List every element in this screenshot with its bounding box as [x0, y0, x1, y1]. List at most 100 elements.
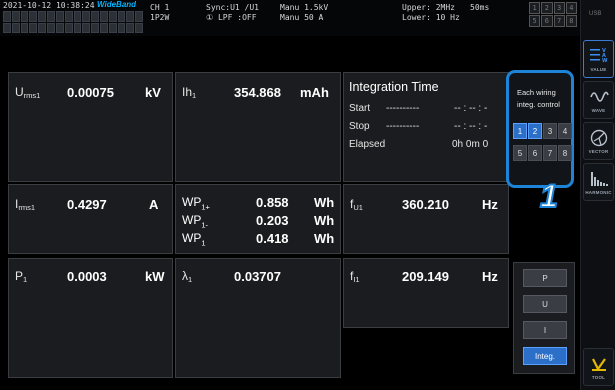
wp-panel[interactable]: WP1+ 0.858 Wh WP1- 0.203 Wh WP1 0.418 Wh: [175, 184, 341, 254]
wiring-button-3[interactable]: 3: [543, 123, 557, 139]
callout-number: 1: [539, 177, 559, 215]
urms-unit: kV: [145, 85, 161, 100]
channel-indicator-cell: [38, 11, 47, 22]
lpf-status: ① LPF :OFF: [206, 13, 257, 22]
lambda-panel[interactable]: λ1 0.03707: [175, 258, 341, 378]
channel-indicator-cell: [135, 11, 143, 22]
selector-u-button[interactable]: U: [523, 295, 567, 313]
harmonic-icon: [590, 171, 608, 186]
irms-panel[interactable]: Irms1 0.4297 A: [8, 184, 173, 254]
start-dashes: ----------: [386, 103, 420, 114]
channel-number-2: 2: [541, 2, 553, 14]
wp-minus-unit: Wh: [314, 213, 335, 228]
vector-button[interactable]: VECTOR: [583, 122, 614, 160]
channel-indicator-cell: [99, 11, 108, 22]
wiring-button-4[interactable]: 4: [558, 123, 572, 139]
elapsed-label: Elapsed: [349, 139, 386, 150]
channel-indicator-cell: [47, 11, 55, 22]
wave-button[interactable]: WAVE: [583, 81, 614, 119]
fu-unit: Hz: [482, 197, 498, 212]
p-unit: kW: [145, 269, 165, 284]
channel-number-4: 4: [565, 2, 577, 14]
integration-title: Integration Time: [349, 80, 439, 94]
wiring-button-6[interactable]: 6: [528, 145, 542, 161]
channel-indicator-cell: [11, 22, 20, 33]
channel-number-grid: 1234 5678: [529, 2, 577, 27]
display-selector: P U I Integ.: [513, 262, 575, 374]
wiring-label: 1P2W: [150, 13, 170, 22]
harmonic-button[interactable]: HARMONIC: [583, 163, 614, 201]
ih-label: Ih1: [182, 85, 197, 100]
value-button[interactable]: V A W VALUE: [583, 40, 614, 78]
wp-total-value: 0.418: [256, 231, 289, 246]
fi-unit: Hz: [482, 269, 498, 284]
voltage-range: Manu 1.5kV: [280, 3, 329, 12]
ih-value: 354.868: [234, 85, 281, 100]
sidebar: USB V A W VALUE WAVE VECTOR HARMONIC TOO…: [580, 0, 615, 390]
fi-panel[interactable]: fI1 209.149 Hz: [343, 258, 509, 328]
selector-p-button[interactable]: P: [523, 269, 567, 287]
lambda-label: λ1: [182, 269, 193, 284]
channel-indicator-cell: [3, 22, 11, 33]
wp-total-unit: Wh: [314, 231, 335, 246]
lower-limit: Lower: 10 Hz: [402, 13, 460, 22]
wiring-button-1[interactable]: 1: [513, 123, 527, 139]
wiring-popup-title: Each wiring integ. control: [517, 88, 560, 109]
value-icon: V A W: [589, 48, 608, 64]
channel-indicator-cell: [55, 11, 64, 22]
each-wiring-integ-control-popup: Each wiring integ. control 1234 5678: [506, 70, 574, 188]
channel-number-5: 5: [529, 15, 541, 27]
wp-plus-unit: Wh: [314, 195, 335, 210]
selector-i-button[interactable]: I: [523, 321, 567, 339]
fu-panel[interactable]: fU1 360.210 Hz: [343, 184, 509, 254]
channel-indicator-cell: [108, 22, 117, 33]
channel-indicator-cell: [73, 22, 82, 33]
fu-value: 360.210: [402, 197, 449, 212]
channel-indicator-cell: [29, 22, 38, 33]
ih-panel[interactable]: Ih1 354.868 mAh: [175, 72, 341, 182]
tool-icon: [591, 357, 606, 371]
channel-number-7: 7: [553, 15, 565, 27]
wp-minus-value: 0.203: [256, 213, 289, 228]
lambda-value: 0.03707: [234, 269, 281, 284]
harmonic-label: HARMONIC: [585, 189, 612, 195]
channel-indicator-cell: [82, 11, 91, 22]
stop-value: -- : -- : -: [454, 121, 488, 132]
channel-indicator-cell: [55, 22, 64, 33]
channel-number-3: 3: [553, 2, 565, 14]
data-rate: 50ms: [470, 3, 490, 12]
upper-limit: Upper: 2MHz: [402, 3, 455, 12]
svg-text:W: W: [602, 58, 608, 64]
channel-indicator-cell: [20, 22, 29, 33]
wiring-button-5[interactable]: 5: [513, 145, 527, 161]
wp-plus-label: WP1+: [182, 195, 210, 212]
tool-label: TOOL: [591, 374, 606, 380]
integration-time-panel[interactable]: Integration Time Start ---------- -- : -…: [343, 72, 509, 182]
urms-label: Urms1: [15, 85, 41, 100]
channel-indicator-cell: [73, 11, 82, 22]
wiring-button-2[interactable]: 2: [528, 123, 542, 139]
stop-dashes: ----------: [386, 121, 420, 132]
channel-indicator-cell: [38, 22, 47, 33]
selector-integ-button[interactable]: Integ.: [523, 347, 567, 365]
wave-icon: [589, 91, 609, 102]
fi-label: fI1: [350, 269, 360, 284]
channel-indicator-cell: [126, 22, 135, 33]
channel-indicator-cell: [117, 22, 126, 33]
tool-button[interactable]: TOOL: [583, 348, 614, 386]
urms-panel[interactable]: Urms1 0.00075 kV: [8, 72, 173, 182]
channel-indicator-cell: [99, 22, 108, 33]
channel-indicator-grid: [3, 11, 143, 33]
value-label: VALUE: [590, 66, 607, 72]
wiring-button-7[interactable]: 7: [543, 145, 557, 161]
channel-indicator-cell: [108, 11, 117, 22]
p-panel[interactable]: P1 0.0003 kW: [8, 258, 173, 378]
elapsed-value: 0h 0m 0: [452, 139, 489, 150]
channel-number-8: 8: [565, 15, 577, 27]
p-label: P1: [15, 269, 28, 284]
channel-indicator-cell: [29, 11, 38, 22]
wiring-button-8[interactable]: 8: [558, 145, 572, 161]
ih-unit: mAh: [300, 85, 329, 100]
channel-number-6: 6: [541, 15, 553, 27]
wideband-badge: WideBand: [97, 0, 137, 9]
